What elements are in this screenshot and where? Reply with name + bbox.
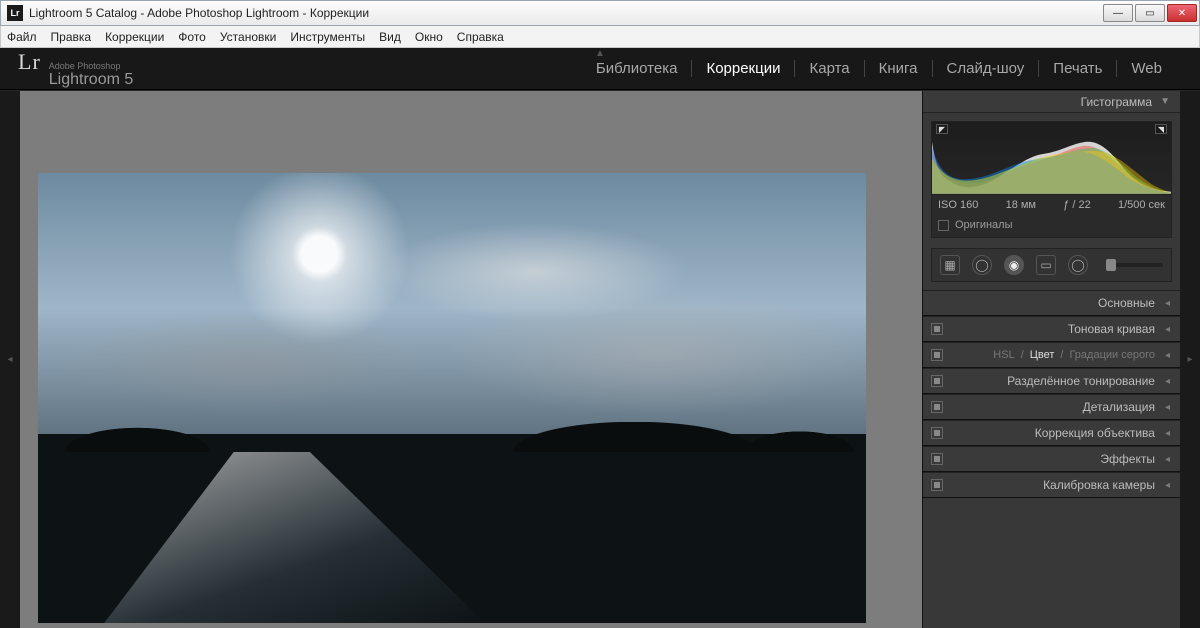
exif-focal: 18 мм — [1006, 199, 1036, 211]
hsl-tab-hsl[interactable]: HSL — [993, 349, 1014, 361]
hsl-tab-color[interactable]: Цвет — [1030, 349, 1055, 361]
chevron-down-icon: ▼ — [1160, 96, 1170, 107]
originals-label: Оригиналы — [955, 219, 1013, 231]
identity-plate: Lr Adobe Photoshop Lightroom 5 — [18, 49, 133, 89]
module-map[interactable]: Карта — [794, 60, 863, 77]
canvas-area — [20, 91, 922, 628]
histogram-panel: ◤ ◥ ISO 160 18 мм ƒ / 22 1/500 с — [931, 121, 1172, 238]
menu-photo[interactable]: Фото — [178, 30, 206, 44]
logo-mark: Lr — [18, 49, 41, 75]
right-panel-collapse[interactable]: ▸ — [1180, 91, 1200, 628]
panel-switch-icon[interactable] — [931, 323, 943, 335]
close-button[interactable]: ✕ — [1167, 4, 1197, 22]
panel-detail[interactable]: Детализация ◂ — [923, 394, 1180, 420]
window-titlebar: Lr Lightroom 5 Catalog - Adobe Photoshop… — [0, 0, 1200, 26]
left-panel-collapse[interactable]: ◂ — [0, 91, 20, 628]
logo-vendor: Adobe Photoshop — [49, 62, 134, 71]
hsl-tab-bw[interactable]: Градации серого — [1069, 349, 1155, 361]
menu-develop[interactable]: Коррекции — [105, 30, 164, 44]
develop-toolstrip: ▦ ◯ ◉ ▭ ◯ — [931, 248, 1172, 282]
panel-tone-curve[interactable]: Тоновая кривая ◂ — [923, 316, 1180, 342]
exif-aperture: ƒ / 22 — [1063, 199, 1091, 211]
panel-basic[interactable]: Основные ◂ — [923, 290, 1180, 316]
chevron-left-icon: ◂ — [1165, 376, 1170, 387]
chevron-left-icon: ◂ — [1165, 350, 1170, 361]
panel-detail-label: Детализация — [1083, 400, 1155, 414]
maximize-button[interactable]: ▭ — [1135, 4, 1165, 22]
module-web[interactable]: Web — [1116, 60, 1176, 77]
module-book[interactable]: Книга — [864, 60, 932, 77]
chevron-left-icon: ◂ — [1165, 402, 1170, 413]
chevron-left-icon: ◂ — [1165, 298, 1170, 309]
exif-iso: ISO 160 — [938, 199, 978, 211]
histogram-graph[interactable]: ◤ ◥ — [932, 122, 1171, 194]
app-shell: ▲ Lr Adobe Photoshop Lightroom 5 Библиот… — [0, 48, 1200, 628]
exif-row: ISO 160 18 мм ƒ / 22 1/500 сек — [932, 194, 1171, 215]
menu-file[interactable]: Файл — [7, 30, 37, 44]
chevron-left-icon: ◂ — [1165, 324, 1170, 335]
panel-switch-icon[interactable] — [931, 427, 943, 439]
window-title: Lightroom 5 Catalog - Adobe Photoshop Li… — [29, 6, 369, 20]
app-icon: Lr — [7, 5, 23, 21]
menu-help[interactable]: Справка — [457, 30, 504, 44]
panel-switch-icon[interactable] — [931, 349, 943, 361]
menu-edit[interactable]: Правка — [51, 30, 92, 44]
gradient-tool-icon[interactable]: ▭ — [1036, 255, 1056, 275]
radial-tool-icon[interactable]: ◯ — [1068, 255, 1088, 275]
panel-lens[interactable]: Коррекция объектива ◂ — [923, 420, 1180, 446]
panel-switch-icon[interactable] — [931, 453, 943, 465]
identity-module-bar: ▲ Lr Adobe Photoshop Lightroom 5 Библиот… — [0, 48, 1200, 90]
histogram-header[interactable]: Гистограмма ▼ — [923, 91, 1180, 113]
module-picker: Библиотека Коррекции Карта Книга Слайд-ш… — [582, 60, 1176, 77]
menu-settings[interactable]: Установки — [220, 30, 276, 44]
panel-hsl[interactable]: HSL / Цвет / Градации серого ◂ — [923, 342, 1180, 368]
menu-window[interactable]: Окно — [415, 30, 443, 44]
module-slideshow[interactable]: Слайд-шоу — [932, 60, 1039, 77]
panel-split-toning-label: Разделённое тонирование — [1007, 374, 1155, 388]
right-panel: Гистограмма ▼ ◤ ◥ — [922, 91, 1180, 628]
redeye-tool-icon[interactable]: ◉ — [1004, 255, 1024, 275]
panel-split-toning[interactable]: Разделённое тонирование ◂ — [923, 368, 1180, 394]
panel-tone-curve-label: Тоновая кривая — [1068, 322, 1155, 336]
workspace: ◂ Гистограмма ▼ ◤ ◥ — [0, 90, 1200, 628]
panel-switch-icon[interactable] — [931, 401, 943, 413]
module-develop[interactable]: Коррекции — [691, 60, 794, 77]
histogram-title: Гистограмма — [1081, 95, 1152, 109]
panel-effects-label: Эффекты — [1100, 452, 1155, 466]
chevron-left-icon: ◂ — [1165, 428, 1170, 439]
menubar: Файл Правка Коррекции Фото Установки Инс… — [0, 26, 1200, 48]
originals-checkbox[interactable] — [938, 220, 949, 231]
originals-row[interactable]: Оригиналы — [932, 215, 1171, 237]
panel-switch-icon[interactable] — [931, 479, 943, 491]
spot-tool-icon[interactable]: ◯ — [972, 255, 992, 275]
module-library[interactable]: Библиотека — [582, 60, 692, 77]
chevron-left-icon: ◂ — [1165, 454, 1170, 465]
brush-size-slider[interactable] — [1106, 263, 1163, 267]
logo-product: Lightroom 5 — [49, 71, 134, 88]
top-collapse-icon[interactable]: ▲ — [595, 48, 605, 59]
panel-lens-label: Коррекция объектива — [1035, 426, 1155, 440]
minimize-button[interactable]: — — [1103, 4, 1133, 22]
panel-switch-icon[interactable] — [931, 375, 943, 387]
panel-calibration[interactable]: Калибровка камеры ◂ — [923, 472, 1180, 498]
chevron-left-icon: ◂ — [1165, 480, 1170, 491]
menu-tools[interactable]: Инструменты — [290, 30, 365, 44]
exif-shutter: 1/500 сек — [1118, 199, 1165, 211]
panel-effects[interactable]: Эффекты ◂ — [923, 446, 1180, 472]
module-print[interactable]: Печать — [1038, 60, 1116, 77]
crop-tool-icon[interactable]: ▦ — [940, 255, 960, 275]
photo-preview[interactable] — [38, 173, 866, 623]
panel-basic-label: Основные — [1098, 296, 1155, 310]
panel-calibration-label: Калибровка камеры — [1043, 478, 1155, 492]
menu-view[interactable]: Вид — [379, 30, 401, 44]
